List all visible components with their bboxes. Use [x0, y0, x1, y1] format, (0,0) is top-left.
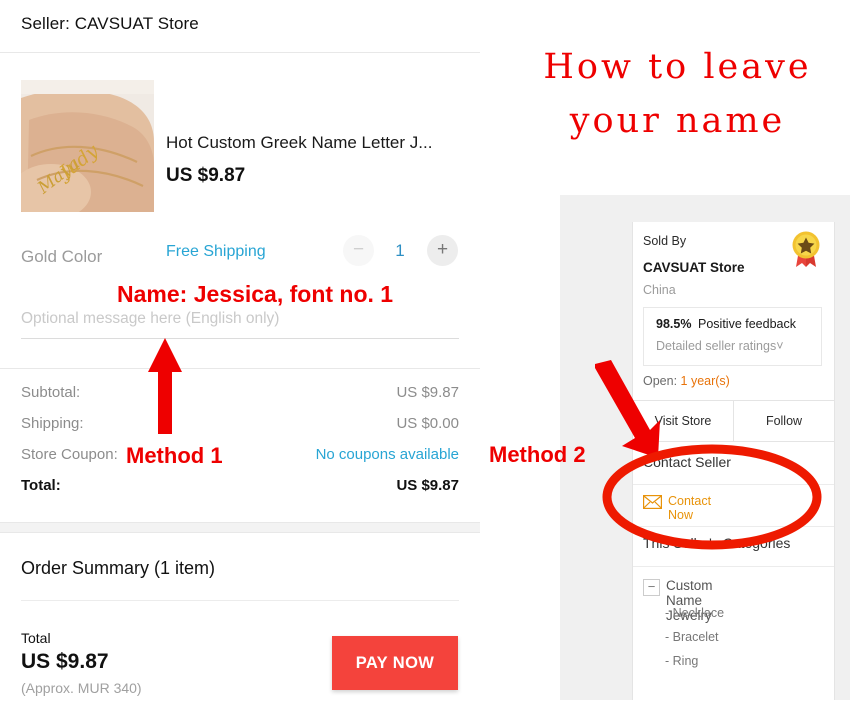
order-summary-title: Order Summary (1 item) — [21, 558, 216, 578]
category-sub-item[interactable]: - Ring — [665, 654, 698, 668]
gold-medal-badge-icon — [789, 230, 823, 268]
contact-seller-heading: Contact Seller — [643, 454, 731, 470]
total-value: US $9.87 — [396, 477, 459, 494]
feedback-box: 98.5% Positive feedback Detailed seller … — [643, 307, 822, 366]
sold-by-label: Sold By — [643, 234, 687, 248]
annotation-name-hint: Name: Jessica, font no. 1 — [117, 281, 394, 307]
checkout-panel: Seller: CAVSUAT Store Judy Maya Hot Cust… — [0, 0, 480, 710]
pay-now-button[interactable]: PAY NOW — [332, 636, 458, 690]
store-name[interactable]: CAVSUAT Store — [643, 260, 745, 275]
annotation-title-line2: your name — [569, 101, 786, 141]
seller-info-screenshot: Sold By CAVSUAT Store China 98.5% Positi… — [560, 195, 850, 700]
store-coupon-link[interactable]: No coupons available — [316, 446, 459, 463]
divider — [0, 368, 480, 369]
totals-row-total: Total: US $9.87 — [0, 473, 480, 504]
free-shipping-label[interactable]: Free Shipping — [166, 243, 266, 261]
message-field[interactable]: Optional message here (English only) — [21, 310, 459, 339]
annotation-title: How to leave your name — [505, 40, 850, 148]
product-row: Judy Maya Hot Custom Greek Name Letter J… — [0, 53, 480, 266]
divider — [21, 600, 459, 601]
totals-label: Shipping: — [21, 415, 84, 432]
divider — [0, 532, 480, 533]
section-gap — [0, 523, 480, 532]
message-underline — [21, 338, 459, 339]
open-label: Open: — [643, 374, 681, 388]
totals-label: Store Coupon: — [21, 446, 118, 463]
divider — [633, 526, 834, 527]
product-image[interactable]: Judy Maya — [21, 80, 154, 212]
totals-value: US $9.87 — [396, 384, 459, 401]
totals-row: Shipping: US $0.00 — [0, 411, 480, 442]
pay-total-approx: (Approx. MUR 340) — [21, 680, 142, 696]
feedback-percent: 98.5% — [656, 317, 692, 331]
totals-value: US $0.00 — [396, 415, 459, 432]
quantity-stepper[interactable]: − 1 + — [343, 235, 458, 267]
annotation-title-line1: How to leave — [543, 47, 812, 87]
follow-button[interactable]: Follow — [734, 401, 834, 441]
feedback-label: Positive feedback — [698, 317, 796, 331]
product-attribute: Gold Color — [21, 247, 103, 266]
visit-store-button[interactable]: Visit Store — [633, 401, 734, 441]
seller-header: Seller: CAVSUAT Store — [0, 0, 480, 52]
quantity-decrease-button[interactable]: − — [343, 235, 374, 266]
product-price: US $9.87 — [166, 165, 246, 186]
detailed-seller-ratings-link[interactable]: Detailed seller ratings˅ — [656, 339, 784, 353]
pay-total-label: Total — [21, 630, 51, 646]
open-value: 1 year(s) — [680, 374, 730, 388]
totals-list: Subtotal: US $9.87 Shipping: US $0.00 St… — [0, 380, 480, 504]
divider — [633, 566, 834, 567]
divider — [0, 522, 480, 523]
pay-total-amount: US $9.87 — [21, 650, 109, 673]
contact-now-label[interactable]: Contact Now — [668, 494, 711, 522]
message-placeholder[interactable]: Optional message here (English only) — [21, 310, 459, 328]
annotation-method-1: Method 1 — [126, 443, 223, 468]
seller-action-row: Visit Store Follow — [633, 400, 834, 441]
totals-row: Subtotal: US $9.87 — [0, 380, 480, 411]
collapse-toggle-icon[interactable]: − — [643, 579, 660, 596]
category-sub-item[interactable]: - Necklace — [665, 606, 724, 620]
total-label: Total: — [21, 477, 61, 494]
contact-and-categories-card: Contact Seller Contact Now This Seller's… — [632, 441, 835, 700]
product-title[interactable]: Hot Custom Greek Name Letter J... — [166, 133, 466, 153]
category-sub-item[interactable]: - Bracelet — [665, 630, 719, 644]
seller-header-title: Seller: CAVSUAT Store — [21, 14, 199, 33]
quantity-increase-button[interactable]: + — [427, 235, 458, 266]
store-open-duration: Open: 1 year(s) — [643, 374, 730, 388]
totals-row: Store Coupon: No coupons available — [0, 442, 480, 473]
seller-card: Sold By CAVSUAT Store China 98.5% Positi… — [632, 222, 835, 442]
seller-categories-heading: This Seller's Categories — [643, 535, 791, 551]
quantity-value[interactable]: 1 — [385, 235, 415, 266]
totals-label: Subtotal: — [21, 384, 81, 401]
store-country: China — [643, 283, 676, 297]
envelope-icon — [643, 495, 662, 512]
annotation-method-2: Method 2 — [489, 442, 586, 467]
divider — [633, 484, 834, 485]
